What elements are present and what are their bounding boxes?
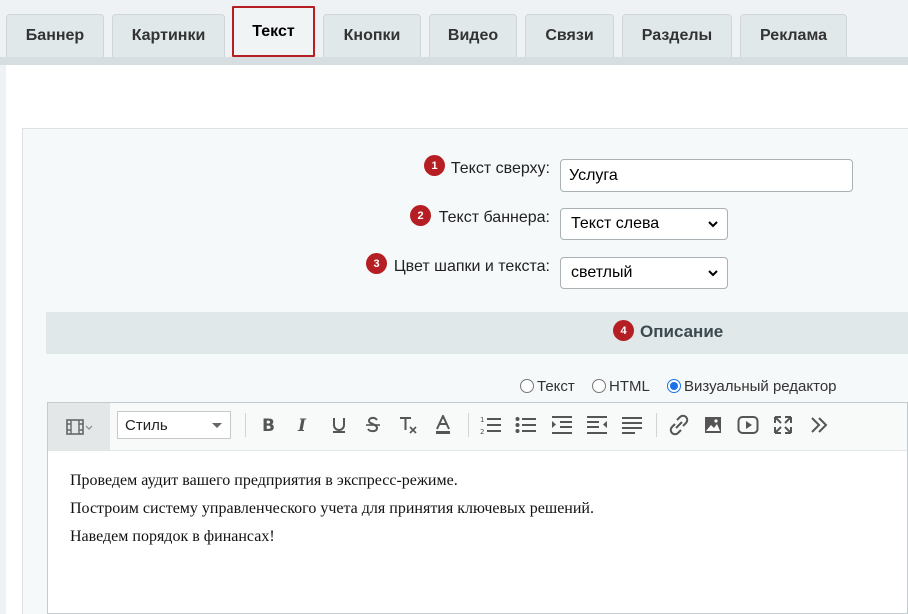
mode-text-radio[interactable] bbox=[520, 379, 534, 393]
remove-format-icon[interactable] bbox=[396, 413, 420, 437]
header-color-label: Цвет шапки и текста: bbox=[393, 258, 550, 275]
banner-text-select[interactable]: Текст слева bbox=[560, 208, 728, 240]
step-badge: 3 bbox=[366, 253, 387, 274]
svg-text:2: 2 bbox=[480, 428, 484, 435]
toolbar-separator bbox=[656, 413, 657, 437]
svg-text:I: I bbox=[297, 416, 307, 434]
align-icon[interactable] bbox=[620, 413, 644, 437]
underline-icon[interactable] bbox=[327, 413, 351, 437]
mode-visual[interactable]: Визуальный редактор bbox=[667, 377, 837, 395]
step-badge: 4 bbox=[613, 320, 634, 341]
step-badge: 1 bbox=[424, 155, 445, 176]
fullscreen-icon[interactable] bbox=[771, 413, 795, 437]
indent-icon[interactable] bbox=[550, 413, 574, 437]
editor-content[interactable]: Проведем аудит вашего предприятия в эксп… bbox=[70, 467, 594, 551]
italic-icon[interactable]: I bbox=[291, 413, 315, 437]
mode-html[interactable]: HTML bbox=[592, 377, 650, 395]
tab-buttons[interactable]: Кнопки bbox=[323, 14, 421, 57]
tab-video[interactable]: Видео bbox=[429, 14, 517, 57]
banner-text-label: Текст баннера: bbox=[438, 209, 550, 226]
tab-links[interactable]: Связи bbox=[525, 14, 614, 57]
link-icon[interactable] bbox=[667, 413, 691, 437]
top-text-label: Текст сверху: bbox=[450, 160, 550, 177]
bullet-list-icon[interactable] bbox=[514, 413, 538, 437]
banner-text-value: Текст слева bbox=[571, 215, 660, 232]
visual-editor: Стиль B I 12 Проведем аудит вашего предп… bbox=[47, 402, 908, 614]
editor-toolbar: Стиль B I 12 bbox=[48, 403, 907, 451]
description-title: Описание bbox=[640, 322, 724, 341]
content-line: Наведем порядок в финансах! bbox=[70, 528, 275, 545]
tab-banner[interactable]: Баннер bbox=[6, 14, 104, 57]
content-line: Построим систему управленческого учета д… bbox=[70, 500, 594, 517]
toolbar-separator bbox=[245, 413, 246, 437]
top-text-input[interactable] bbox=[560, 159, 853, 192]
outdent-icon[interactable] bbox=[585, 413, 609, 437]
tabs-underline bbox=[0, 57, 908, 65]
header-color-select[interactable]: светлый bbox=[560, 257, 728, 289]
header-color-value: светлый bbox=[571, 264, 633, 281]
mode-html-radio[interactable] bbox=[592, 379, 606, 393]
mode-text[interactable]: Текст bbox=[520, 377, 575, 395]
step-badge: 2 bbox=[410, 205, 431, 226]
mode-visual-radio[interactable] bbox=[667, 379, 681, 393]
style-dropdown-label: Стиль bbox=[125, 416, 168, 434]
tab-text[interactable]: Текст bbox=[232, 6, 315, 57]
svg-text:B: B bbox=[262, 416, 275, 434]
caret-down-icon bbox=[212, 423, 222, 428]
mode-visual-label: Визуальный редактор bbox=[684, 377, 837, 395]
video-icon[interactable] bbox=[736, 413, 760, 437]
chevron-down-icon bbox=[708, 270, 718, 277]
mode-html-label: HTML bbox=[609, 377, 650, 395]
style-dropdown[interactable]: Стиль bbox=[117, 411, 231, 439]
more-icon[interactable] bbox=[807, 413, 831, 437]
description-header bbox=[46, 312, 908, 354]
tab-ads[interactable]: Реклама bbox=[740, 14, 847, 57]
content-line: Проведем аудит вашего предприятия в эксп… bbox=[70, 472, 458, 489]
strikethrough-icon[interactable] bbox=[361, 413, 385, 437]
tab-pictures[interactable]: Картинки bbox=[112, 14, 225, 57]
source-icon[interactable] bbox=[48, 403, 110, 450]
toolbar-separator bbox=[468, 413, 469, 437]
text-color-icon[interactable] bbox=[431, 413, 455, 437]
chevron-down-icon bbox=[708, 221, 718, 228]
ordered-list-icon[interactable]: 12 bbox=[479, 413, 503, 437]
bold-icon[interactable]: B bbox=[256, 413, 280, 437]
mode-text-label: Текст bbox=[537, 377, 575, 395]
image-icon[interactable] bbox=[701, 413, 725, 437]
tab-bar: Баннер Картинки Текст Кнопки Видео Связи… bbox=[0, 0, 908, 64]
tab-sections[interactable]: Разделы bbox=[622, 14, 732, 57]
svg-text:1: 1 bbox=[480, 416, 484, 424]
